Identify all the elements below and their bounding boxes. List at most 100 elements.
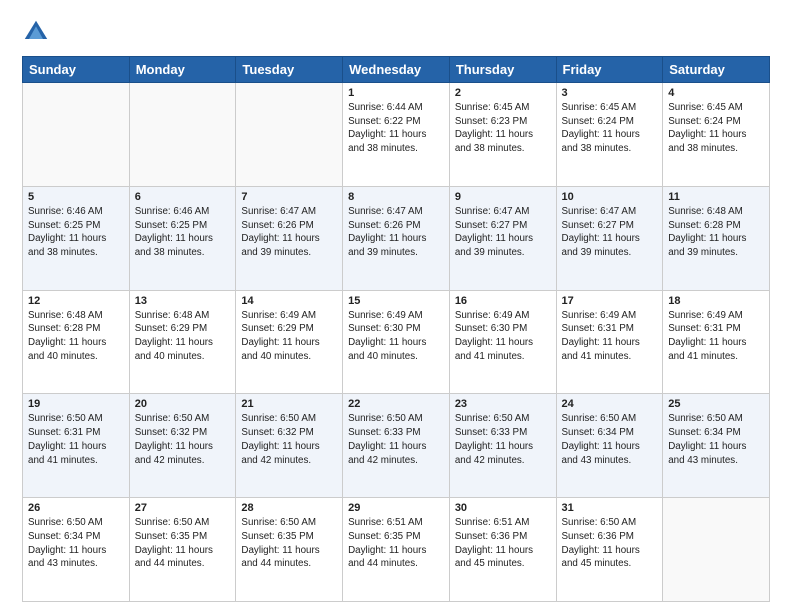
day-number: 21 <box>241 398 337 410</box>
day-info: Sunrise: 6:51 AM Sunset: 6:35 PM Dayligh… <box>348 516 444 571</box>
calendar-empty-cell <box>129 83 236 187</box>
day-number: 9 <box>455 191 551 203</box>
day-number: 26 <box>28 502 124 514</box>
day-number: 2 <box>455 87 551 99</box>
calendar-day-27: 27 Sunrise: 6:50 AM Sunset: 6:35 PM Dayli… <box>129 498 236 602</box>
day-info: Sunrise: 6:47 AM Sunset: 6:27 PM Dayligh… <box>455 205 551 260</box>
day-info: Sunrise: 6:49 AM Sunset: 6:29 PM Dayligh… <box>241 309 337 364</box>
weekday-header-tuesday: Tuesday <box>236 57 343 83</box>
day-info: Sunrise: 6:50 AM Sunset: 6:35 PM Dayligh… <box>135 516 231 571</box>
calendar-day-30: 30 Sunrise: 6:51 AM Sunset: 6:36 PM Dayli… <box>449 498 556 602</box>
day-number: 12 <box>28 295 124 307</box>
day-info: Sunrise: 6:45 AM Sunset: 6:23 PM Dayligh… <box>455 101 551 156</box>
calendar-day-10: 10 Sunrise: 6:47 AM Sunset: 6:27 PM Dayli… <box>556 186 663 290</box>
day-info: Sunrise: 6:49 AM Sunset: 6:30 PM Dayligh… <box>455 309 551 364</box>
day-info: Sunrise: 6:46 AM Sunset: 6:25 PM Dayligh… <box>28 205 124 260</box>
day-number: 13 <box>135 295 231 307</box>
calendar-week-row: 5 Sunrise: 6:46 AM Sunset: 6:25 PM Daylig… <box>23 186 770 290</box>
calendar-day-1: 1 Sunrise: 6:44 AM Sunset: 6:22 PM Daylig… <box>343 83 450 187</box>
day-info: Sunrise: 6:48 AM Sunset: 6:28 PM Dayligh… <box>668 205 764 260</box>
day-info: Sunrise: 6:50 AM Sunset: 6:34 PM Dayligh… <box>28 516 124 571</box>
day-number: 8 <box>348 191 444 203</box>
calendar-day-11: 11 Sunrise: 6:48 AM Sunset: 6:28 PM Dayli… <box>663 186 770 290</box>
calendar-day-2: 2 Sunrise: 6:45 AM Sunset: 6:23 PM Daylig… <box>449 83 556 187</box>
day-info: Sunrise: 6:45 AM Sunset: 6:24 PM Dayligh… <box>562 101 658 156</box>
day-info: Sunrise: 6:50 AM Sunset: 6:31 PM Dayligh… <box>28 412 124 467</box>
calendar-week-row: 26 Sunrise: 6:50 AM Sunset: 6:34 PM Dayli… <box>23 498 770 602</box>
day-info: Sunrise: 6:47 AM Sunset: 6:26 PM Dayligh… <box>241 205 337 260</box>
calendar-day-8: 8 Sunrise: 6:47 AM Sunset: 6:26 PM Daylig… <box>343 186 450 290</box>
calendar-day-23: 23 Sunrise: 6:50 AM Sunset: 6:33 PM Dayli… <box>449 394 556 498</box>
day-info: Sunrise: 6:44 AM Sunset: 6:22 PM Dayligh… <box>348 101 444 156</box>
calendar-day-18: 18 Sunrise: 6:49 AM Sunset: 6:31 PM Dayli… <box>663 290 770 394</box>
day-number: 1 <box>348 87 444 99</box>
day-number: 25 <box>668 398 764 410</box>
calendar-day-4: 4 Sunrise: 6:45 AM Sunset: 6:24 PM Daylig… <box>663 83 770 187</box>
day-number: 11 <box>668 191 764 203</box>
day-number: 17 <box>562 295 658 307</box>
day-number: 24 <box>562 398 658 410</box>
day-number: 30 <box>455 502 551 514</box>
day-number: 31 <box>562 502 658 514</box>
day-info: Sunrise: 6:51 AM Sunset: 6:36 PM Dayligh… <box>455 516 551 571</box>
day-number: 10 <box>562 191 658 203</box>
page: SundayMondayTuesdayWednesdayThursdayFrid… <box>0 0 792 612</box>
day-info: Sunrise: 6:49 AM Sunset: 6:31 PM Dayligh… <box>668 309 764 364</box>
day-info: Sunrise: 6:50 AM Sunset: 6:32 PM Dayligh… <box>135 412 231 467</box>
day-number: 14 <box>241 295 337 307</box>
calendar-day-9: 9 Sunrise: 6:47 AM Sunset: 6:27 PM Daylig… <box>449 186 556 290</box>
day-info: Sunrise: 6:50 AM Sunset: 6:34 PM Dayligh… <box>562 412 658 467</box>
calendar-day-5: 5 Sunrise: 6:46 AM Sunset: 6:25 PM Daylig… <box>23 186 130 290</box>
day-number: 7 <box>241 191 337 203</box>
calendar-day-22: 22Sunrise: 6:50 AM Sunset: 6:33 PM Dayli… <box>343 394 450 498</box>
header <box>22 18 770 46</box>
day-info: Sunrise: 6:45 AM Sunset: 6:24 PM Dayligh… <box>668 101 764 156</box>
calendar-day-25: 25 Sunrise: 6:50 AM Sunset: 6:34 PM Dayli… <box>663 394 770 498</box>
calendar-day-26: 26 Sunrise: 6:50 AM Sunset: 6:34 PM Dayli… <box>23 498 130 602</box>
day-info: Sunrise: 6:48 AM Sunset: 6:29 PM Dayligh… <box>135 309 231 364</box>
day-info: Sunrise: 6:50 AM Sunset: 6:33 PM Dayligh… <box>455 412 551 467</box>
day-number: 20 <box>135 398 231 410</box>
day-info: Sunrise: 6:48 AM Sunset: 6:28 PM Dayligh… <box>28 309 124 364</box>
day-number: 15 <box>348 295 444 307</box>
weekday-header-friday: Friday <box>556 57 663 83</box>
day-info: Sunrise: 6:50 AM Sunset: 6:34 PM Dayligh… <box>668 412 764 467</box>
weekday-header-row: SundayMondayTuesdayWednesdayThursdayFrid… <box>23 57 770 83</box>
calendar-week-row: 19Sunrise: 6:50 AM Sunset: 6:31 PM Dayli… <box>23 394 770 498</box>
logo <box>22 18 54 46</box>
day-info: Sunrise: 6:49 AM Sunset: 6:31 PM Dayligh… <box>562 309 658 364</box>
day-number: 4 <box>668 87 764 99</box>
day-info: Sunrise: 6:47 AM Sunset: 6:26 PM Dayligh… <box>348 205 444 260</box>
day-info: Sunrise: 6:50 AM Sunset: 6:32 PM Dayligh… <box>241 412 337 467</box>
day-info: Sunrise: 6:50 AM Sunset: 6:35 PM Dayligh… <box>241 516 337 571</box>
day-number: 16 <box>455 295 551 307</box>
day-number: 23 <box>455 398 551 410</box>
calendar-table: SundayMondayTuesdayWednesdayThursdayFrid… <box>22 56 770 602</box>
day-number: 5 <box>28 191 124 203</box>
calendar-day-12: 12 Sunrise: 6:48 AM Sunset: 6:28 PM Dayli… <box>23 290 130 394</box>
calendar-day-7: 7 Sunrise: 6:47 AM Sunset: 6:26 PM Daylig… <box>236 186 343 290</box>
day-number: 3 <box>562 87 658 99</box>
calendar-empty-cell <box>23 83 130 187</box>
calendar-day-15: 15Sunrise: 6:49 AM Sunset: 6:30 PM Dayli… <box>343 290 450 394</box>
weekday-header-sunday: Sunday <box>23 57 130 83</box>
calendar-empty-cell <box>236 83 343 187</box>
day-info: Sunrise: 6:50 AM Sunset: 6:36 PM Dayligh… <box>562 516 658 571</box>
day-info: Sunrise: 6:50 AM Sunset: 6:33 PM Dayligh… <box>348 412 444 467</box>
weekday-header-wednesday: Wednesday <box>343 57 450 83</box>
day-number: 27 <box>135 502 231 514</box>
calendar-day-19: 19Sunrise: 6:50 AM Sunset: 6:31 PM Dayli… <box>23 394 130 498</box>
calendar-day-3: 3 Sunrise: 6:45 AM Sunset: 6:24 PM Daylig… <box>556 83 663 187</box>
day-number: 28 <box>241 502 337 514</box>
calendar-day-29: 29 Sunrise: 6:51 AM Sunset: 6:35 PM Dayli… <box>343 498 450 602</box>
calendar-day-31: 31 Sunrise: 6:50 AM Sunset: 6:36 PM Dayli… <box>556 498 663 602</box>
calendar-day-14: 14 Sunrise: 6:49 AM Sunset: 6:29 PM Dayli… <box>236 290 343 394</box>
day-number: 29 <box>348 502 444 514</box>
calendar-week-row: 1 Sunrise: 6:44 AM Sunset: 6:22 PM Daylig… <box>23 83 770 187</box>
day-number: 18 <box>668 295 764 307</box>
calendar-day-28: 28 Sunrise: 6:50 AM Sunset: 6:35 PM Dayli… <box>236 498 343 602</box>
calendar-day-6: 6Sunrise: 6:46 AM Sunset: 6:25 PM Daylig… <box>129 186 236 290</box>
day-info: Sunrise: 6:47 AM Sunset: 6:27 PM Dayligh… <box>562 205 658 260</box>
calendar-empty-cell <box>663 498 770 602</box>
logo-icon <box>22 18 50 46</box>
